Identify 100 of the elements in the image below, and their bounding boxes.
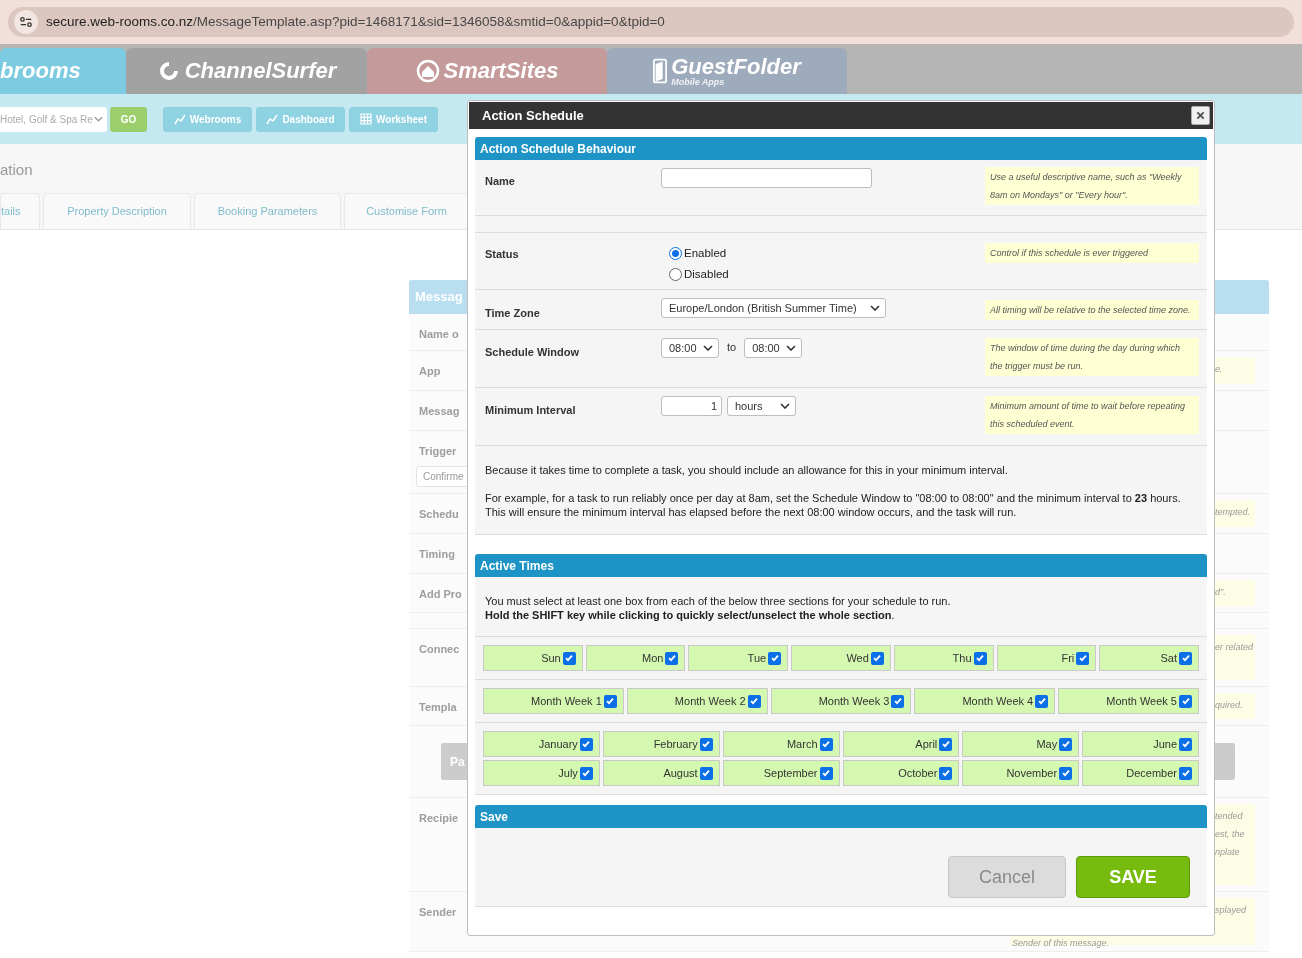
url-path: /MessageTemplate.asp?pid=1468171&sid=1346058&smtid=0&appid=0&tpid=0 xyxy=(193,13,665,29)
checkbox[interactable] xyxy=(1179,737,1192,751)
month-option[interactable]: April xyxy=(842,731,960,757)
day-option[interactable]: Sat xyxy=(1099,645,1199,671)
radio-option[interactable]: Enabled xyxy=(669,245,985,263)
check-icon xyxy=(605,696,616,706)
field-label: Recipie xyxy=(419,811,460,826)
checkbox[interactable] xyxy=(819,766,833,780)
month-option[interactable]: July xyxy=(483,760,600,786)
page-title: ation xyxy=(0,161,33,179)
check-icon xyxy=(581,768,592,778)
field-label: Messag xyxy=(419,404,461,419)
field-label: Status xyxy=(484,247,520,262)
checkbox[interactable] xyxy=(562,651,576,665)
month-option[interactable]: January xyxy=(483,731,600,757)
interval-unit-dropdown[interactable]: hours xyxy=(727,396,796,416)
checkbox[interactable] xyxy=(973,651,987,665)
chevron-icon xyxy=(786,345,797,351)
checkbox[interactable] xyxy=(603,694,617,708)
day-option[interactable]: Thu xyxy=(893,645,994,671)
checkbox[interactable] xyxy=(819,737,833,751)
checkbox[interactable] xyxy=(1179,766,1192,780)
hint-text: Control if this schedule is ever triggered xyxy=(985,243,1199,263)
brand-name: ChannelSurfer xyxy=(184,60,337,82)
field-label: Schedule Window xyxy=(484,345,580,360)
check-icon xyxy=(581,739,592,749)
hint-text: nplate xyxy=(1215,846,1241,859)
check-icon xyxy=(701,739,712,749)
radio-button[interactable] xyxy=(669,247,682,261)
month-option[interactable]: May xyxy=(962,731,1080,757)
checkbox[interactable] xyxy=(579,766,593,780)
chevron-icon xyxy=(870,305,880,311)
week-option[interactable]: Month Week 3 xyxy=(770,688,912,714)
checkbox[interactable] xyxy=(1076,651,1090,665)
check-icon xyxy=(1180,768,1191,778)
info-text: This will ensure the minimum interval has elapsed before the next 08:00 window occurs, and the task will run. xyxy=(485,505,1018,519)
day-option[interactable]: Tue xyxy=(688,645,789,671)
checkbox[interactable] xyxy=(768,651,782,665)
month-option[interactable]: March xyxy=(722,731,840,757)
checkbox[interactable] xyxy=(891,694,905,708)
hint-text: quired. xyxy=(1215,699,1244,712)
house-logo-icon xyxy=(415,59,440,83)
range-separator: to xyxy=(727,340,737,355)
phone-logo-icon xyxy=(653,58,668,84)
hint-text: splayed xyxy=(1215,904,1248,917)
week-option[interactable]: Month Week 4 xyxy=(914,688,1056,714)
checkbox[interactable] xyxy=(1059,737,1073,751)
checkbox[interactable] xyxy=(699,737,713,751)
checkbox[interactable] xyxy=(870,651,884,665)
checkbox[interactable] xyxy=(939,766,953,780)
dropdown-value: Hotel, Golf & Spa Re xyxy=(0,112,93,127)
time-zone-dropdown[interactable]: Europe/London (British Summer Time) xyxy=(661,298,886,318)
url-host: secure.web-rooms.co.nz xyxy=(46,13,194,29)
checkbox[interactable] xyxy=(747,694,761,708)
check-icon xyxy=(1036,696,1047,706)
month-option[interactable]: August xyxy=(602,760,720,786)
field-label: Connec xyxy=(419,642,461,657)
site-info-icon[interactable] xyxy=(14,10,38,34)
month-option[interactable]: February xyxy=(602,731,720,757)
checkbox[interactable] xyxy=(1179,694,1192,708)
line-chart-icon xyxy=(173,113,186,125)
field-label: Add Pro xyxy=(419,587,463,602)
section-header: Active Times xyxy=(475,554,1207,577)
month-option[interactable]: September xyxy=(722,760,840,786)
interval-input[interactable]: 1 xyxy=(661,396,722,416)
day-option[interactable]: Sun xyxy=(483,645,583,671)
dialog-title: Action Schedule xyxy=(482,106,584,125)
checkbox[interactable] xyxy=(939,737,953,751)
day-option[interactable]: Wed xyxy=(791,645,891,671)
close-button[interactable] xyxy=(1191,106,1210,125)
address-bar[interactable]: secure.web-rooms.co.nz/MessageTemplate.asp?pid=1468171&sid=1346058&smtid=0&appid=0&tpid=0 xyxy=(8,7,1294,37)
month-option[interactable]: June xyxy=(1082,731,1199,757)
week-option[interactable]: Month Week 2 xyxy=(626,688,768,714)
end-time-dropdown[interactable]: 08:00 xyxy=(744,338,803,358)
name-input[interactable] xyxy=(661,168,872,188)
check-icon xyxy=(666,653,677,663)
grid-icon xyxy=(360,113,372,125)
month-option[interactable]: October xyxy=(842,760,960,786)
checkbox[interactable] xyxy=(1059,766,1073,780)
radio-button[interactable] xyxy=(669,268,682,282)
check-icon xyxy=(821,768,831,778)
start-time-dropdown[interactable]: 08:00 xyxy=(661,338,719,358)
month-option[interactable]: December xyxy=(1082,760,1199,786)
week-option[interactable]: Month Week 1 xyxy=(483,688,624,714)
checkbox[interactable] xyxy=(665,651,679,665)
hint-text: Minimum amount of time to wait before repeating this scheduled event. xyxy=(985,396,1199,434)
checkbox[interactable] xyxy=(1179,651,1192,665)
hint-text: Sender of this message. xyxy=(1012,938,1110,949)
brand-name: GuestFolder xyxy=(671,55,801,78)
checkbox[interactable] xyxy=(579,737,593,751)
month-option[interactable]: November xyxy=(962,760,1080,786)
field-label: Name xyxy=(484,174,516,189)
day-option[interactable]: Fri xyxy=(996,645,1097,671)
day-option[interactable]: Mon xyxy=(585,645,686,671)
instruction-text: You must select at least one box from each of the below three sections for your schedule to run. xyxy=(485,594,952,608)
checkbox[interactable] xyxy=(1035,694,1049,708)
check-icon xyxy=(872,653,883,663)
info-text: Because it takes time to complete a task, you should include an allowance for this in your minimum interval. xyxy=(485,463,1009,477)
checkbox[interactable] xyxy=(699,766,713,780)
week-option[interactable]: Month Week 5 xyxy=(1058,688,1199,714)
